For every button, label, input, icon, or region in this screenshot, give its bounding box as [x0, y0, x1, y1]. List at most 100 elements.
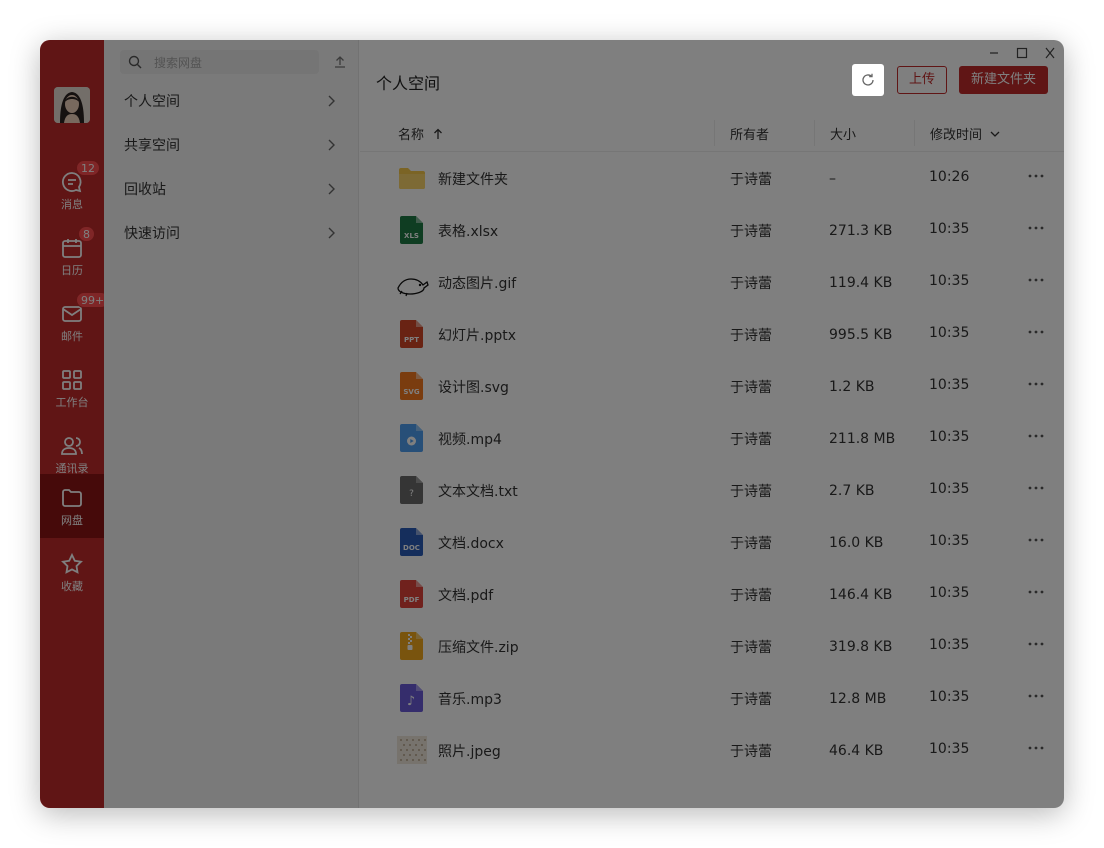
more-icon[interactable]: [1026, 478, 1046, 498]
search-input[interactable]: 搜索网盘: [120, 50, 319, 74]
more-icon[interactable]: [1026, 426, 1046, 446]
chevron-right-icon: [328, 95, 335, 107]
refresh-button[interactable]: [852, 64, 884, 96]
file-modified-time: 10:35: [929, 273, 970, 289]
upload-icon[interactable]: [332, 54, 348, 70]
file-owner: 于诗蕾: [730, 536, 772, 552]
file-owner: 于诗蕾: [730, 432, 772, 448]
file-row[interactable]: ♪ 音乐.mp3 于诗蕾 12.8 MB 10:35: [360, 672, 1064, 724]
rail-item-drive[interactable]: 网盘: [40, 474, 104, 538]
file-row[interactable]: 视频.mp4 于诗蕾 211.8 MB 10:35: [360, 412, 1064, 464]
close-icon[interactable]: [1040, 44, 1060, 62]
column-name-label: 名称: [398, 128, 425, 143]
file-row[interactable]: PDF 文档.pdf 于诗蕾 146.4 KB 10:35: [360, 568, 1064, 620]
rail-item-messages[interactable]: 12 消息: [40, 158, 104, 222]
refresh-icon: [862, 73, 874, 86]
file-size: 1.2 KB: [829, 379, 875, 395]
file-modified-time: 10:26: [929, 169, 970, 185]
file-row[interactable]: PPT 幻灯片.pptx 于诗蕾 995.5 KB 10:35: [360, 308, 1064, 360]
file-name: 压缩文件.zip: [438, 640, 519, 656]
video-file-icon: [396, 422, 428, 454]
file-owner: 于诗蕾: [730, 744, 772, 760]
file-row[interactable]: XLS 表格.xlsx 于诗蕾 271.3 KB 10:35: [360, 204, 1064, 256]
svg-text:♪: ♪: [407, 694, 415, 709]
svg-text:?: ?: [409, 489, 414, 499]
rail-item-calendar[interactable]: 8 日历: [40, 224, 104, 288]
calendar-icon: 8: [60, 226, 95, 260]
rail-item-favorites[interactable]: 收藏: [40, 540, 104, 604]
more-icon[interactable]: [1026, 166, 1046, 186]
minimize-icon[interactable]: [984, 44, 1004, 62]
file-size: 2.7 KB: [829, 483, 875, 499]
nav-item-quick-access[interactable]: 快速访问: [104, 211, 359, 255]
upload-button[interactable]: 上传: [897, 66, 947, 94]
more-icon[interactable]: [1026, 634, 1046, 654]
mail-icon: 99+: [60, 292, 110, 326]
nav-item-shared[interactable]: 共享空间: [104, 123, 359, 167]
avatar[interactable]: [54, 87, 90, 123]
rail-label: 邮件: [61, 330, 83, 343]
more-icon[interactable]: [1026, 218, 1046, 238]
svg-text:PDF: PDF: [404, 596, 420, 604]
file-row[interactable]: 新建文件夹 于诗蕾 – 10:26: [360, 152, 1064, 204]
more-icon[interactable]: [1026, 582, 1046, 602]
image-file-icon: [396, 734, 428, 766]
column-name-header[interactable]: 名称: [398, 124, 444, 143]
file-modified-time: 10:35: [929, 325, 970, 341]
column-size-header[interactable]: 大小: [830, 124, 856, 143]
more-icon[interactable]: [1026, 374, 1046, 394]
file-size: 319.8 KB: [829, 639, 893, 655]
column-owner-header[interactable]: 所有者: [730, 124, 769, 143]
file-row[interactable]: 照片.jpeg 于诗蕾 46.4 KB 10:35: [360, 724, 1064, 776]
file-owner: 于诗蕾: [730, 588, 772, 604]
column-modified-header[interactable]: 修改时间: [930, 124, 1001, 143]
message-icon: 12: [60, 160, 100, 194]
more-icon[interactable]: [1026, 686, 1046, 706]
file-modified-time: 10:35: [929, 741, 970, 757]
folder-icon: [396, 162, 428, 194]
file-modified-time: 10:35: [929, 585, 970, 601]
file-owner: 于诗蕾: [730, 328, 772, 344]
left-rail: 12 消息 8 日历 99+ 邮件 工作台 通讯录 网盘 收藏: [40, 40, 110, 808]
file-owner: 于诗蕾: [730, 224, 772, 240]
more-icon[interactable]: [1026, 270, 1046, 290]
file-modified-time: 10:35: [929, 221, 970, 237]
file-name: 照片.jpeg: [438, 744, 501, 760]
file-row[interactable]: DOC 文档.docx 于诗蕾 16.0 KB 10:35: [360, 516, 1064, 568]
chevron-right-icon: [328, 183, 335, 195]
maximize-icon[interactable]: [1012, 44, 1032, 62]
file-name: 表格.xlsx: [438, 224, 499, 240]
nav-item-trash[interactable]: 回收站: [104, 167, 359, 211]
word-file-icon: DOC: [396, 526, 428, 558]
file-owner: 于诗蕾: [730, 484, 772, 500]
file-row[interactable]: SVG 设计图.svg 于诗蕾 1.2 KB 10:35: [360, 360, 1064, 412]
file-size: 119.4 KB: [829, 275, 893, 291]
nav-item-label: 快速访问: [124, 226, 180, 242]
rail-label: 日历: [61, 264, 83, 277]
file-row[interactable]: 压缩文件.zip 于诗蕾 319.8 KB 10:35: [360, 620, 1064, 672]
file-row[interactable]: ? 文本文档.txt 于诗蕾 2.7 KB 10:35: [360, 464, 1064, 516]
file-size: 46.4 KB: [829, 743, 884, 759]
new-folder-button[interactable]: 新建文件夹: [959, 66, 1048, 94]
file-owner: 于诗蕾: [730, 380, 772, 396]
file-row[interactable]: 动态图片.gif 于诗蕾 119.4 KB 10:35: [360, 256, 1064, 308]
more-icon[interactable]: [1026, 530, 1046, 550]
column-divider: [914, 120, 915, 146]
more-icon[interactable]: [1026, 738, 1046, 758]
rail-item-mail[interactable]: 99+ 邮件: [40, 290, 110, 354]
powerpoint-file-icon: PPT: [396, 318, 428, 350]
chevron-right-icon: [328, 227, 335, 239]
audio-file-icon: ♪: [396, 682, 428, 714]
nav-item-personal[interactable]: 个人空间: [104, 79, 359, 123]
search-icon: [128, 55, 142, 69]
file-size: 16.0 KB: [829, 535, 884, 551]
file-size: 12.8 MB: [829, 691, 887, 707]
nav-item-label: 共享空间: [124, 138, 180, 154]
drive-nav-panel: 搜索网盘 个人空间 共享空间 回收站 快速访问: [104, 40, 359, 808]
svg-file-icon: SVG: [396, 370, 428, 402]
file-modified-time: 10:35: [929, 377, 970, 393]
rail-item-workbench[interactable]: 工作台: [40, 356, 104, 420]
search-placeholder: 搜索网盘: [154, 56, 203, 70]
file-owner: 于诗蕾: [730, 276, 772, 292]
more-icon[interactable]: [1026, 322, 1046, 342]
